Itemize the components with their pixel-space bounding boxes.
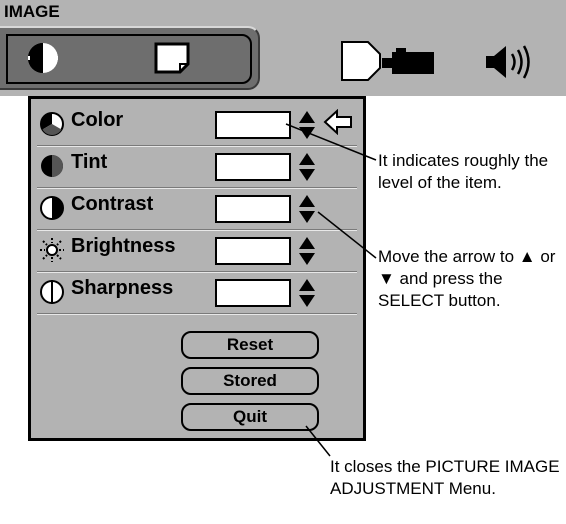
annotation-quit: It closes the PICTURE IMAGE ADJUSTMENT M… (330, 457, 560, 498)
annotation-level: It indicates roughly the level of the it… (378, 151, 549, 192)
annotation-arrow: Move the arrow to ▲ or ▼ and press the S… (378, 247, 556, 310)
